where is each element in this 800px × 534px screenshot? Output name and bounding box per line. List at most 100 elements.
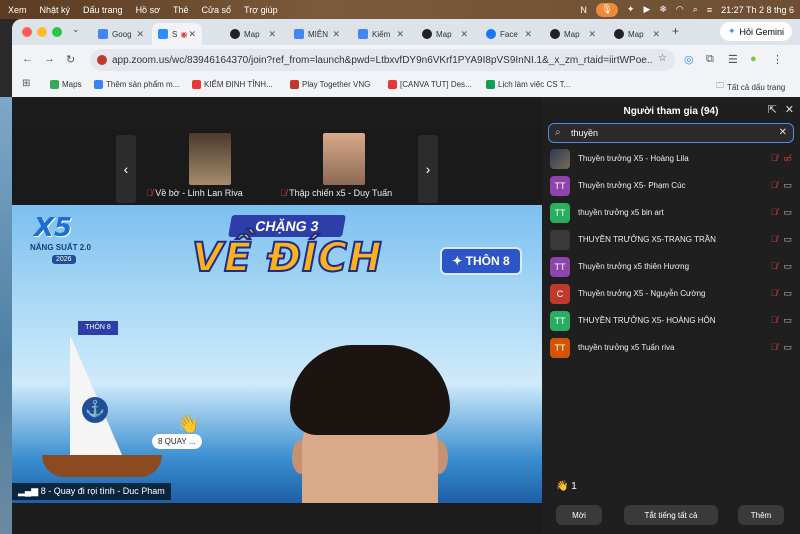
new-tab-button[interactable]: + <box>672 24 679 38</box>
close-tab-icon[interactable]: ✕ <box>332 29 340 40</box>
muted-mic-icon: 🎙̸ <box>770 234 778 244</box>
bookmark-label: KIỂM ĐỊNH TỈNH... <box>204 80 273 89</box>
clock[interactable]: 21:27 Th 2 8 thg 6 <box>721 5 794 15</box>
bookmark-maps[interactable]: Maps <box>50 80 82 89</box>
menu-more-icon[interactable]: ⋮ <box>772 53 783 66</box>
back-button[interactable]: ← <box>22 53 33 65</box>
close-panel-icon[interactable]: ✕ <box>785 103 794 116</box>
close-window-icon[interactable] <box>22 27 32 37</box>
ve-dich-title: VỀ ĐÍCH <box>191 234 383 282</box>
close-tab-icon[interactable]: ✕ <box>268 29 276 40</box>
bookmark-lich-lam-viec[interactable]: Lịch làm việc CS T... <box>486 80 570 89</box>
all-bookmarks[interactable]: 🗀 Tất cả dấu trang <box>716 80 785 94</box>
thon-badge: ✦ THÔN 8 <box>440 247 522 275</box>
participant-row[interactable]: TT thuyền trưởng x5 bin art 🎙̸ ▭ <box>542 199 800 226</box>
close-tab-icon[interactable]: ✕ <box>396 29 404 40</box>
docs-icon <box>294 29 304 39</box>
close-tab-icon[interactable]: ✕ <box>652 29 660 40</box>
notion-icon[interactable]: N <box>580 5 587 15</box>
participant-row[interactable]: TT thuyền trưởng x5 Tuấn riva 🎙̸ ▭ <box>542 334 800 361</box>
participant-row[interactable]: THUYỀN TRƯỞNG X5-TRANG TRẦN 🎙̸ ▭ <box>542 226 800 253</box>
tab-strip: ⌄ Goog ✕ S ◉ ✕ Map ✕ MIỄN ✕ Kiếm ✕ Map ✕ Face ✕ … <box>12 19 800 45</box>
active-speaker-video[interactable]: X5 NĂNG SUẤT 2.0 2026 CHẶNG 3 VỀ ĐÍCH ✦ … <box>12 205 542 503</box>
participant-row[interactable]: TT Thuyền trưởng X5- Phạm Cúc 🎙̸ ▭ <box>542 172 800 199</box>
mute-all-button[interactable]: Tắt tiếng tất cả <box>624 505 718 525</box>
close-tab-icon[interactable]: ✕ <box>588 29 596 40</box>
invite-button[interactable]: Mời <box>556 505 602 525</box>
participant-row[interactable]: TT THUYỀN TRƯỞNG X5- HOÀNG HÔN 🎙̸ ▭ <box>542 307 800 334</box>
snowflake-icon[interactable]: ❄ <box>659 4 667 15</box>
participant-list: Thuyền trưởng X5 - Hoàng Lila 🎙̸ ▭̸ TT Th… <box>542 145 800 361</box>
bookmark-canva-tut[interactable]: [CANVA TUT] Des... <box>388 80 472 89</box>
browser-window: ⌄ Goog ✕ S ◉ ✕ Map ✕ MIỄN ✕ Kiếm ✕ Map ✕ Face ✕ … <box>12 19 800 97</box>
search-icon[interactable]: ⌕ <box>693 4 698 15</box>
video-icon: ▭ <box>783 234 792 244</box>
next-page-button[interactable]: › <box>418 135 438 203</box>
forward-button[interactable]: → <box>44 53 55 65</box>
tab-facebook[interactable]: Face ✕ <box>480 23 538 45</box>
tab-map-1[interactable]: Map ✕ <box>224 23 282 45</box>
bookmark-label: Thêm sản phẩm m... <box>106 80 180 89</box>
menu-window[interactable]: Cửa sổ <box>202 5 232 15</box>
bookmark-add-product[interactable]: Thêm sản phẩm m... <box>94 80 179 89</box>
bookmark-star-icon[interactable]: ☆ <box>658 53 667 64</box>
menu-help[interactable]: Trợ giúp <box>244 5 278 15</box>
participant-video-left[interactable] <box>189 133 231 185</box>
participant-name-text: Thập chiến x5 - Duy Tuấn <box>289 188 393 198</box>
previous-page-button[interactable]: ‹ <box>116 135 136 203</box>
close-tab-icon[interactable]: ✕ <box>524 29 532 40</box>
reading-list-icon[interactable]: ☰ <box>728 53 738 66</box>
close-tab-icon[interactable]: ✕ <box>136 29 144 40</box>
site-info-icon[interactable] <box>97 55 107 65</box>
menu-view[interactable]: Xem <box>8 5 27 15</box>
tab-label: Kiếm <box>372 29 391 39</box>
ask-gemini-button[interactable]: ✦ Hỏi Gemini <box>719 22 792 41</box>
participant-search-input[interactable]: ⌕ thuyền ✕ <box>548 123 794 143</box>
tab-docs-mien[interactable]: MIỄN ✕ <box>288 23 346 45</box>
close-tab-icon[interactable]: ✕ <box>188 29 196 40</box>
microphone-icon[interactable]: 🎙 <box>595 2 618 17</box>
menu-tab[interactable]: Thẻ <box>173 5 189 15</box>
reload-button[interactable]: ↻ <box>66 53 75 66</box>
muted-mic-icon: 🎙̸ <box>770 288 778 298</box>
address-bar[interactable]: app.zoom.us/wc/83946164370/join?ref_from… <box>90 49 675 71</box>
video-icon: ▭ <box>783 180 792 190</box>
participant-row[interactable]: C Thuyền trưởng X5 - Nguyễn Cường 🎙̸ ▭ <box>542 280 800 307</box>
bookmark-kiem-dinh[interactable]: KIỂM ĐỊNH TỈNH... <box>192 80 273 89</box>
tab-google[interactable]: Goog ✕ <box>92 23 150 45</box>
tab-map-3[interactable]: Map ✕ <box>544 23 602 45</box>
play-icon[interactable]: ▶ <box>643 4 650 15</box>
tab-docs-kiem[interactable]: Kiếm ✕ <box>352 23 410 45</box>
tab-map-2[interactable]: Map ✕ <box>416 23 474 45</box>
boat-hull <box>42 455 162 477</box>
all-bookmarks-label: Tất cả dấu trang <box>727 82 786 92</box>
menu-history[interactable]: Nhật ký <box>40 5 71 15</box>
bookmark-play-together[interactable]: Play Together VNG <box>290 80 370 89</box>
more-button[interactable]: Thêm <box>738 505 784 525</box>
minimize-window-icon[interactable] <box>37 27 47 37</box>
sheets-icon <box>486 80 495 89</box>
participant-row[interactable]: Thuyền trưởng X5 - Hoàng Lila 🎙̸ ▭̸ <box>542 145 800 172</box>
tab-zoom[interactable]: S ◉ ✕ <box>152 23 202 45</box>
participant-video-right[interactable] <box>323 133 365 185</box>
zoom-icon <box>158 29 168 39</box>
zoom-extension-icon[interactable]: ◎ <box>684 53 694 66</box>
participant-row[interactable]: TT Thuyền trưởng x5 thiên Hương 🎙̸ ▭ <box>542 253 800 280</box>
video-icon: ▭ <box>783 315 792 325</box>
tab-map-4[interactable]: Map ✕ <box>608 23 666 45</box>
tab-search-icon[interactable]: ⌄ <box>72 24 80 35</box>
docs-icon <box>358 29 368 39</box>
sparkle-icon[interactable]: ✦ <box>627 4 635 15</box>
avatar[interactable]: ● <box>750 53 757 65</box>
menu-profiles[interactable]: Hồ sơ <box>136 5 160 15</box>
apps-icon[interactable]: ⊞ <box>22 78 30 89</box>
extensions-icon[interactable]: ⧉ <box>706 53 714 66</box>
pop-out-icon[interactable]: ⇱ <box>768 103 777 116</box>
menu-bookmarks[interactable]: Dấu trang <box>83 5 123 15</box>
control-center-icon[interactable]: ≡ <box>707 5 712 15</box>
clear-search-icon[interactable]: ✕ <box>779 127 787 138</box>
wifi-icon[interactable]: ◠ <box>676 4 684 15</box>
close-tab-icon[interactable]: ✕ <box>460 29 468 40</box>
map-icon <box>614 29 624 39</box>
zoom-window-icon[interactable] <box>52 27 62 37</box>
